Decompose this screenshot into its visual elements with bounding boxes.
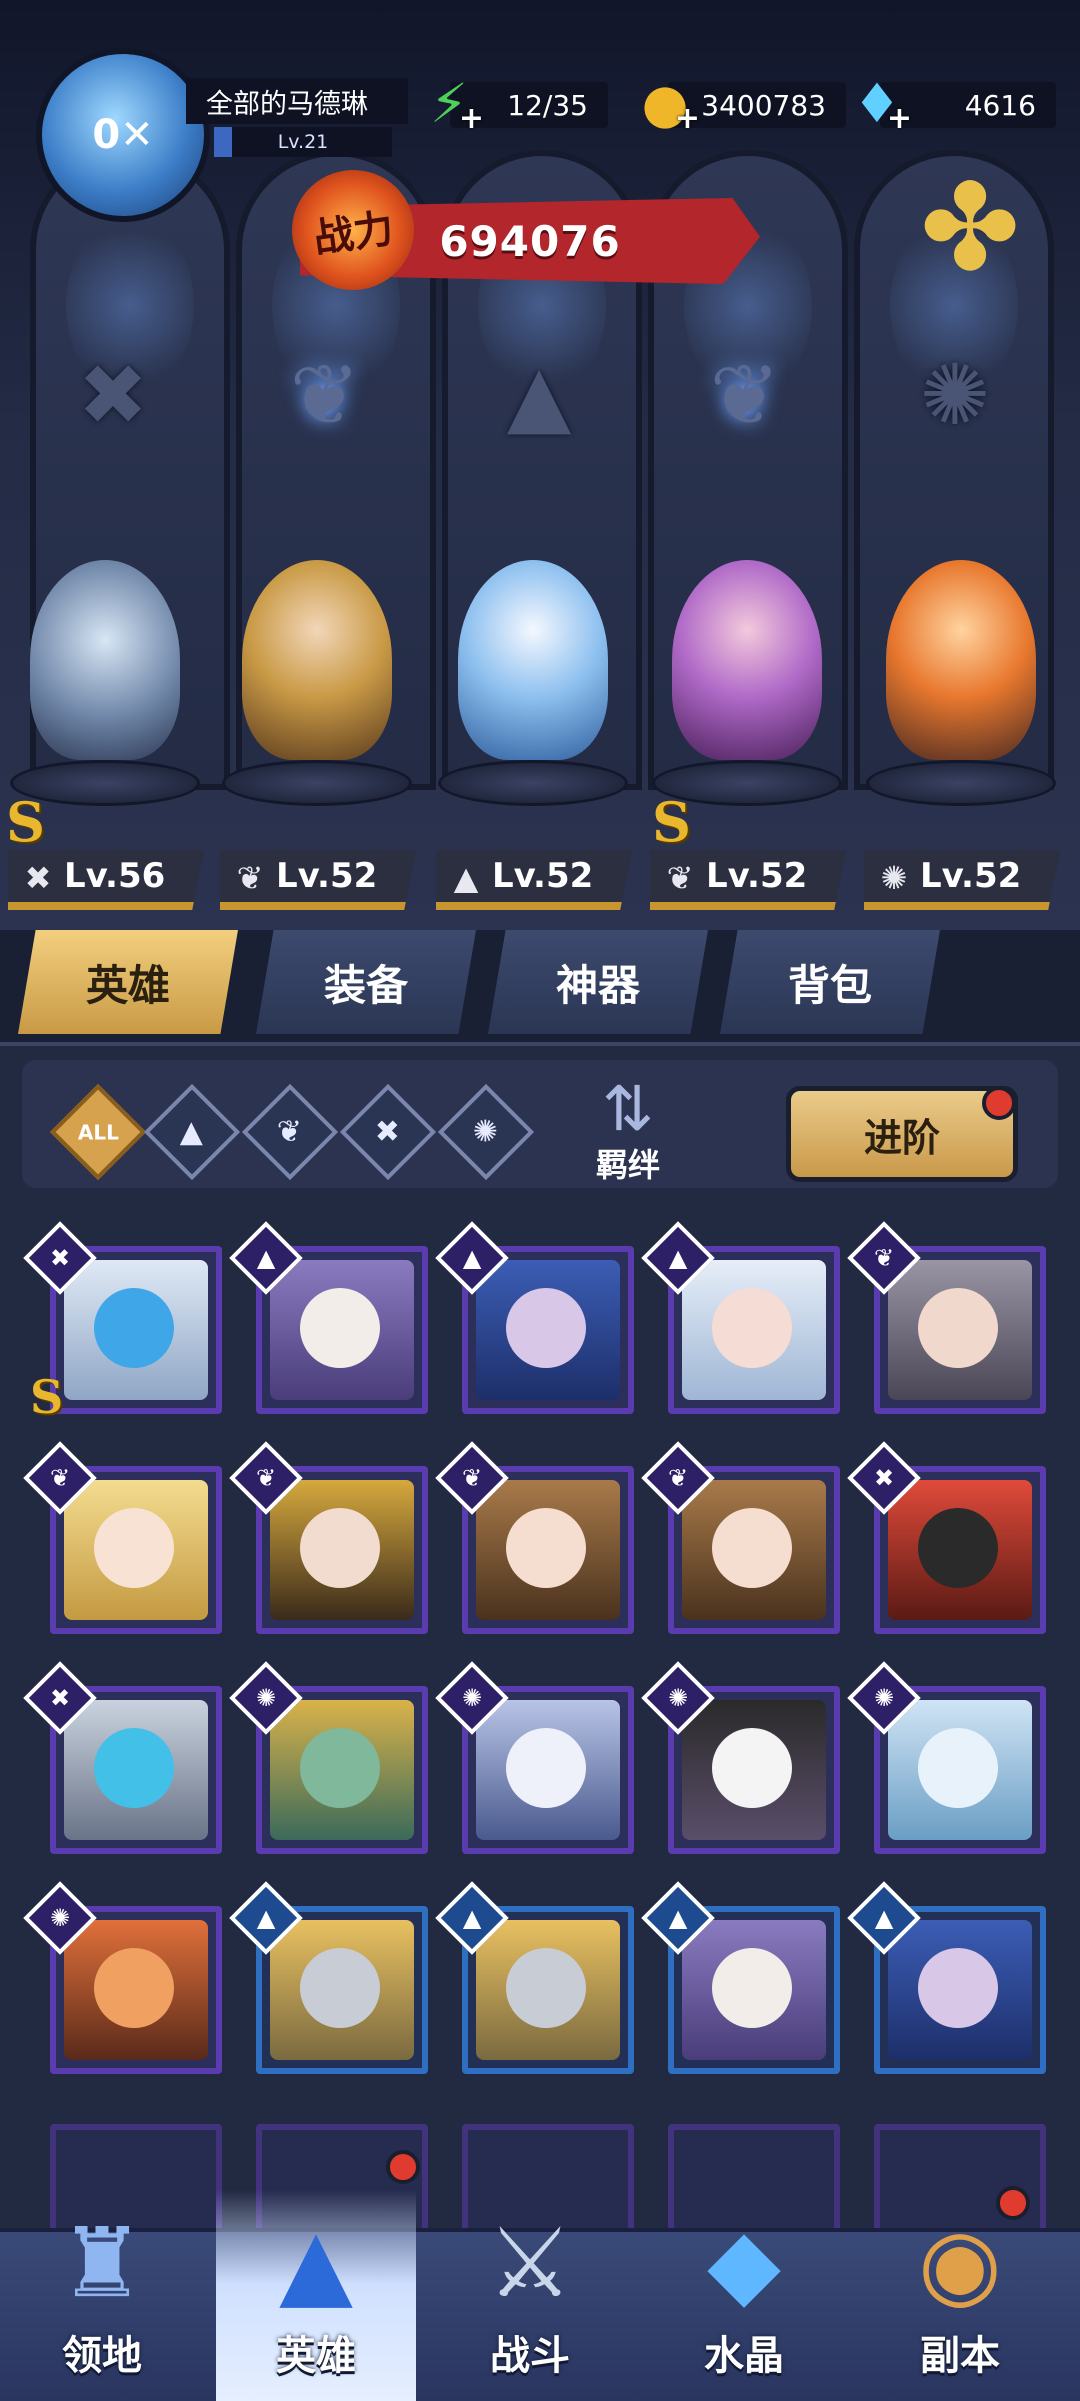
crystal-icon: ◆ xyxy=(707,2207,781,2319)
golden-flower-icon[interactable]: ✤ xyxy=(910,159,1030,298)
player-level: Lv.21 xyxy=(214,127,392,157)
player-avatar[interactable]: 0✕ xyxy=(36,48,210,222)
lineup-hero-slot-2[interactable] xyxy=(222,560,412,806)
wizard-hat-icon: ▲ xyxy=(279,2207,353,2319)
beast-icon: ✺ xyxy=(880,859,908,897)
nav-dungeon[interactable]: ◉ 副本 xyxy=(860,2190,1060,2401)
hat-emblem-icon: ▲ xyxy=(506,346,572,444)
lineup-level-tag: ✖ Lv.56 xyxy=(8,850,204,910)
tab-equipment[interactable]: 装备 xyxy=(256,930,476,1034)
main-tabs: 英雄 装备 神器 背包 xyxy=(0,930,1080,1040)
s-rank-badge: S xyxy=(6,790,45,854)
fox-monk-hero xyxy=(886,560,1036,760)
diamond-icon[interactable]: ♦ + xyxy=(842,68,912,138)
mech-spider-hero xyxy=(30,560,180,760)
lightning-icon[interactable]: ⚡ + xyxy=(414,68,484,138)
s-rank-badge: S xyxy=(30,1370,64,1424)
wing-icon: ❦ xyxy=(236,859,264,897)
succubus-hero xyxy=(672,560,822,760)
nav-territory[interactable]: ♜ 领地 xyxy=(2,2190,202,2401)
wing-emblem-icon: ❦ xyxy=(289,346,361,444)
bond-arrows-icon: ⇅ xyxy=(602,1072,654,1145)
wrench-emblem-icon: ✖ xyxy=(77,346,149,444)
notification-dot xyxy=(996,2186,1030,2220)
tab-artifacts[interactable]: 神器 xyxy=(488,930,708,1034)
wrench-icon: ✖ xyxy=(375,1114,401,1150)
ice-mage-hero xyxy=(458,560,608,760)
tab-heroes[interactable]: 英雄 xyxy=(18,930,238,1034)
wing-icon: ❦ xyxy=(277,1114,303,1150)
castle-icon: ♜ xyxy=(58,2207,146,2319)
notification-dot xyxy=(386,2150,420,2184)
player-name: 全部的马德琳 xyxy=(186,78,408,124)
lineup-level-tag: ✺ Lv.52 xyxy=(864,850,1060,910)
pedestal xyxy=(438,760,628,806)
lineup-hero-slot-4[interactable] xyxy=(652,560,842,806)
nav-crystal[interactable]: ◆ 水晶 xyxy=(644,2190,844,2401)
hat-icon: ▲ xyxy=(180,1114,204,1150)
lineup-hero-slot-3[interactable] xyxy=(438,560,628,806)
tab-backpack[interactable]: 背包 xyxy=(720,930,940,1034)
hat-icon: ▲ xyxy=(453,859,479,897)
lineup-level-tag: ❦ Lv.52 xyxy=(650,850,846,910)
wrench-icon: ✖ xyxy=(24,859,52,897)
lineup-level-tag: ▲ Lv.52 xyxy=(436,850,632,910)
wing-emblem-icon: ❦ xyxy=(709,346,781,444)
s-rank-badge: S xyxy=(652,790,691,854)
nav-heroes[interactable]: ▲ 英雄 xyxy=(216,2190,416,2401)
golden-angel-hero xyxy=(242,560,392,760)
notification-dot xyxy=(982,1086,1016,1120)
wing-icon: ❦ xyxy=(666,859,694,897)
beast-icon: ✺ xyxy=(473,1114,499,1150)
lineup-level-tag: ❦ Lv.52 xyxy=(220,850,416,910)
pedestal xyxy=(866,760,1056,806)
lineup-hero-slot-1[interactable] xyxy=(10,560,200,806)
pedestal xyxy=(222,760,412,806)
lineup-hero-slot-5[interactable] xyxy=(866,560,1056,806)
beast-emblem-icon: ✺ xyxy=(919,346,991,444)
bond-button[interactable]: ⇅ 羁绊 xyxy=(548,1062,708,1190)
nav-battle[interactable]: ⚔ 战斗 xyxy=(430,2190,630,2401)
sword-icon: ⚔ xyxy=(486,2207,574,2319)
portal-icon: ◉ xyxy=(918,2207,1002,2319)
gold-coin-icon[interactable]: ● + xyxy=(630,68,700,138)
